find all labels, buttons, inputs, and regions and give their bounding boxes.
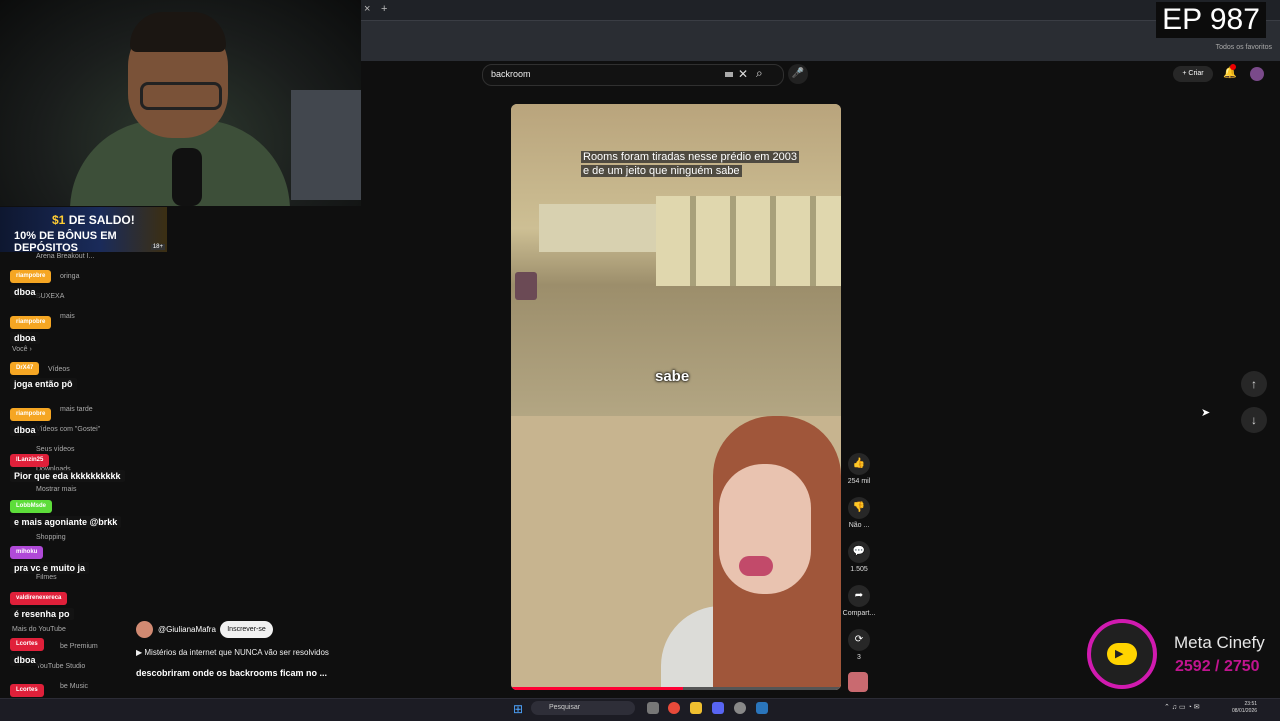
chat-message: Pior que eda kkkkkkkkkk bbox=[10, 470, 125, 482]
creator-facecam bbox=[511, 416, 841, 690]
file-explorer-icon[interactable] bbox=[690, 702, 702, 714]
streamer-webcam bbox=[0, 0, 361, 206]
share-button[interactable]: ➦ Compart... bbox=[839, 585, 879, 617]
chat-message: joga então pô bbox=[10, 378, 77, 390]
sidebar-item[interactable]: mais bbox=[60, 313, 75, 320]
chat-message: e mais agoniante @brkk bbox=[10, 516, 122, 528]
notifications-bell-icon[interactable]: 🔔 bbox=[1223, 64, 1237, 79]
short-title[interactable]: descobriram onde os backrooms ficam no .… bbox=[136, 668, 327, 678]
like-button[interactable]: 👍 254 mil bbox=[839, 453, 879, 485]
sidebar-item[interactable]: Arena Breakout I... bbox=[36, 253, 94, 260]
promo-line2: 10% DE BÔNUS EM DEPÓSITOS bbox=[14, 230, 117, 254]
search-icon[interactable]: ⌕ bbox=[756, 66, 763, 81]
meta-progress: 2592 / 2750 bbox=[1175, 658, 1260, 675]
task-view-icon[interactable] bbox=[647, 702, 659, 714]
age-badge: 18+ bbox=[150, 244, 165, 250]
chat-username: riampobre bbox=[10, 270, 52, 283]
sidebar-item[interactable]: be Music bbox=[60, 683, 88, 690]
next-short-button[interactable]: ↓ bbox=[1241, 407, 1267, 433]
remix-icon: ⟳ bbox=[848, 629, 870, 651]
comment-icon: 💬 bbox=[848, 541, 870, 563]
chat-username: valdirenexereca bbox=[10, 592, 68, 605]
promo-banner: $1 DE SALDO! 10% DE BÔNUS EM DEPÓSITOS 1… bbox=[0, 207, 167, 254]
chat-username: LobbMsde bbox=[10, 500, 52, 513]
close-tab-icon[interactable]: × bbox=[364, 3, 370, 15]
search-query: backroom bbox=[491, 69, 531, 79]
video-progress-bar[interactable] bbox=[511, 687, 841, 690]
chat-message: dboa bbox=[10, 424, 40, 436]
sidebar-item[interactable]: Mais do YouTube bbox=[12, 626, 66, 633]
mouse-cursor-icon: ➤ bbox=[1201, 407, 1211, 419]
arrow-up-icon: ↑ bbox=[1251, 377, 1257, 391]
create-button[interactable]: + Criar bbox=[1173, 66, 1213, 82]
bookmarks-folder[interactable]: Todos os favoritos bbox=[1216, 44, 1272, 51]
steam-icon[interactable] bbox=[756, 702, 768, 714]
video-caption: Rooms foram tiradas nesse prédio em 2003… bbox=[581, 151, 799, 177]
discord-icon[interactable] bbox=[712, 702, 724, 714]
backrooms-scene: Rooms foram tiradas nesse prédio em 2003… bbox=[511, 104, 841, 416]
video-subtitle: sabe bbox=[655, 368, 690, 385]
meta-title: Meta Cinefy bbox=[1174, 633, 1265, 652]
clear-search-icon[interactable]: ✕ bbox=[738, 67, 748, 81]
sidebar-item[interactable]: Você › bbox=[12, 346, 32, 353]
chat-username: lLanzin25 bbox=[10, 454, 50, 467]
chat-username: Lcortes bbox=[10, 684, 44, 697]
taskbar-search[interactable]: Pesquisar bbox=[531, 701, 635, 715]
chat-username: Lcortes bbox=[10, 638, 44, 651]
short-video-player[interactable]: Rooms foram tiradas nesse prédio em 2003… bbox=[511, 104, 841, 690]
mic-icon[interactable]: 🎤 bbox=[788, 64, 808, 84]
chat-message: dboa bbox=[10, 286, 40, 298]
sidebar-item[interactable]: Filmes bbox=[36, 574, 57, 581]
chat-message: é resenha po bbox=[10, 608, 74, 620]
sidebar-item[interactable]: be Premium bbox=[60, 643, 98, 650]
bookmarks-bar: Todos os favoritos bbox=[361, 20, 1280, 61]
comments-button[interactable]: 💬 1.505 bbox=[839, 541, 879, 573]
arrow-down-icon: ↓ bbox=[1251, 413, 1257, 427]
channel-name[interactable]: @GiulianaMafra bbox=[158, 625, 216, 634]
sidebar-item[interactable]: Vídeos bbox=[48, 366, 70, 373]
chrome-icon[interactable] bbox=[668, 702, 680, 714]
sidebar-item[interactable]: Shopping bbox=[36, 534, 66, 541]
search-input[interactable]: backroom ✕ bbox=[482, 64, 784, 86]
sidebar-item[interactable]: Mostrar mais bbox=[36, 486, 76, 493]
chat-message: dboa bbox=[10, 654, 40, 666]
sound-avatar[interactable] bbox=[848, 672, 868, 692]
chat-message: dboa bbox=[10, 332, 40, 344]
thumbs-down-icon: 👎 bbox=[848, 497, 870, 519]
sidebar-item[interactable]: BUXEXA bbox=[36, 293, 64, 300]
channel-avatar[interactable] bbox=[136, 621, 153, 638]
playlist-link[interactable]: ▶ Mistérios da internet que NUNCA vão se… bbox=[136, 648, 329, 657]
subscribe-button[interactable]: Inscrever-se bbox=[220, 621, 273, 638]
share-icon: ➦ bbox=[848, 585, 870, 607]
sidebar-item[interactable]: Vídeos com "Gostei" bbox=[36, 426, 100, 433]
chat-message: pra vc e muito ja bbox=[10, 562, 90, 574]
taskbar-clock[interactable]: 23:51 08/01/2026 bbox=[1232, 701, 1257, 715]
account-avatar[interactable] bbox=[1250, 67, 1264, 81]
sidebar-item[interactable]: oringa bbox=[60, 273, 79, 280]
app-icon[interactable] bbox=[734, 702, 746, 714]
thumbs-up-icon: 👍 bbox=[848, 453, 870, 475]
episode-watermark: EP 987 bbox=[1156, 2, 1266, 38]
play-icon: ▶ bbox=[1115, 648, 1124, 660]
sidebar-item[interactable]: YouTube Studio bbox=[36, 663, 85, 670]
chat-username: mihoku bbox=[10, 546, 44, 559]
chat-username: riampobre bbox=[10, 408, 52, 421]
chat-username: DrX47 bbox=[10, 362, 40, 375]
meta-cinefy-logo: ▶ bbox=[1087, 619, 1157, 689]
promo-line1: $1 DE SALDO! bbox=[52, 213, 135, 227]
chat-username: riampobre bbox=[10, 316, 52, 329]
remix-button[interactable]: ⟳ 3 bbox=[839, 629, 879, 661]
new-tab-button[interactable]: + bbox=[381, 3, 387, 15]
sidebar-item[interactable]: mais tarde bbox=[60, 406, 93, 413]
windows-start-icon[interactable]: ⊞ bbox=[513, 702, 523, 716]
keyboard-icon[interactable] bbox=[725, 72, 733, 77]
browser-tab-bar: × + bbox=[361, 0, 1280, 20]
dislike-button[interactable]: 👎 Não ... bbox=[839, 497, 879, 529]
sidebar-item[interactable]: Seus vídeos bbox=[36, 446, 75, 453]
system-tray[interactable]: ⌃ ♫ ▭ ◔ ✉ bbox=[1164, 703, 1200, 711]
windows-taskbar bbox=[0, 698, 1280, 721]
previous-short-button[interactable]: ↑ bbox=[1241, 371, 1267, 397]
